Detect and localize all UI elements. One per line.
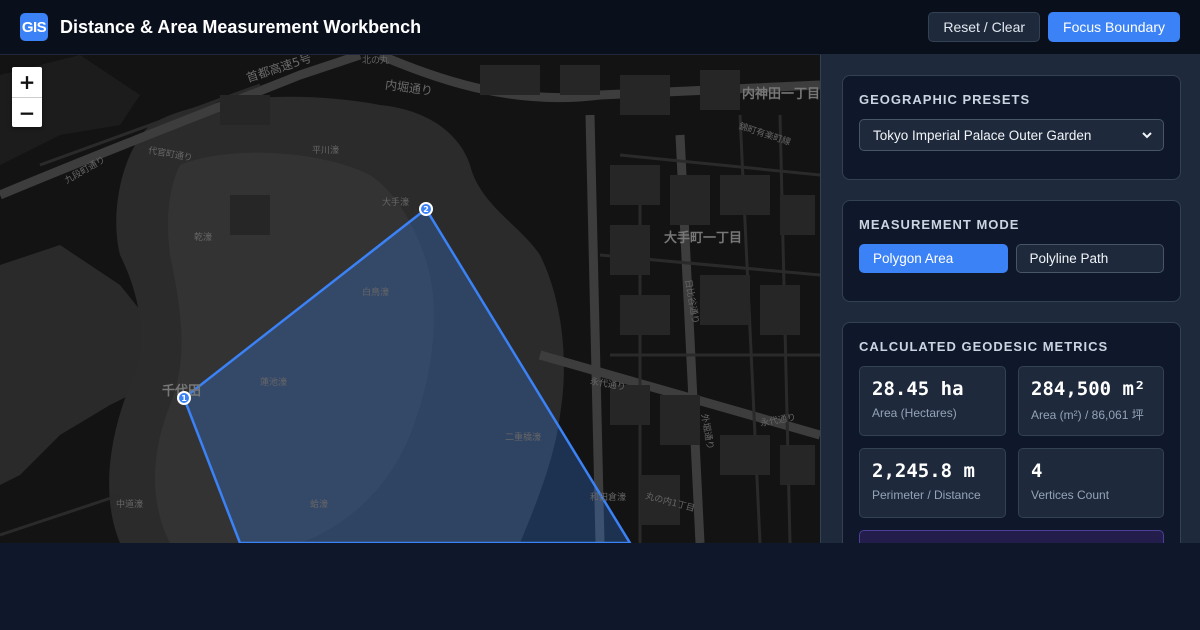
map-label: 内神田一丁目: [742, 87, 820, 102]
metrics-title: CALCULATED GEODESIC METRICS: [859, 339, 1109, 354]
map-label: 大手濠: [382, 198, 410, 208]
top-bar: GIS Distance & Area Measurement Workbenc…: [0, 0, 1200, 55]
map-label: 蓮池濠: [260, 378, 288, 388]
zoom-control: + −: [12, 67, 42, 127]
metrics-grid: 28.45 ha Area (Hectares) 284,500 m² Area…: [859, 366, 1164, 518]
zoom-in-button[interactable]: +: [12, 67, 42, 97]
presets-title: GEOGRAPHIC PRESETS: [859, 92, 1031, 107]
app-logo: GIS: [20, 13, 48, 41]
metric-value: 4: [1031, 460, 1043, 482]
top-actions: Reset / Clear Focus Boundary: [928, 12, 1180, 42]
polygon-area-mode-button[interactable]: Polygon Area: [859, 244, 1008, 273]
app-title: Distance & Area Measurement Workbench: [60, 16, 422, 37]
presets-panel: GEOGRAPHIC PRESETS Tokyo Imperial Palace…: [842, 75, 1181, 180]
mode-title: MEASUREMENT MODE: [859, 217, 1020, 232]
map-label: 和田倉濠: [590, 493, 627, 503]
metric-value: 284,500 m²: [1031, 378, 1146, 400]
metric-label: Area (m²) / 86,061 坪: [1031, 408, 1144, 422]
metric-value: 2,245.8 m: [872, 460, 975, 482]
metric-label: Area (Hectares): [872, 406, 957, 420]
map-label: 大手町一丁目: [664, 231, 743, 246]
preset-select[interactable]: Tokyo Imperial Palace Outer Garden: [859, 119, 1164, 151]
zoom-out-button[interactable]: −: [12, 97, 42, 127]
info-card: [859, 530, 1164, 543]
map-label: 乾濠: [194, 233, 213, 243]
reset-clear-button[interactable]: Reset / Clear: [928, 12, 1041, 42]
map-label: 二重橋濠: [505, 433, 542, 443]
polyline-path-mode-button[interactable]: Polyline Path: [1015, 244, 1164, 273]
map-label: 北の丸: [362, 56, 390, 66]
metrics-panel: CALCULATED GEODESIC METRICS 28.45 ha Are…: [842, 322, 1181, 543]
metric-label: Vertices Count: [1031, 488, 1110, 502]
mode-panel: MEASUREMENT MODE Polygon Area Polyline P…: [842, 200, 1181, 302]
focus-boundary-button[interactable]: Focus Boundary: [1048, 12, 1180, 42]
preset-select-value: Tokyo Imperial Palace Outer Garden: [873, 127, 1092, 143]
metric-card: 2,245.8 m Perimeter / Distance: [859, 448, 1006, 518]
map-canvas[interactable]: + − 首都高速5号 内堀通り 内神田一丁目 北の丸 代官町通り 九段町通り 錦…: [0, 55, 820, 543]
metric-label: Perimeter / Distance: [872, 488, 981, 502]
metric-card: 4 Vertices Count: [1018, 448, 1164, 518]
polygon-vertex-handle[interactable]: 1: [177, 391, 191, 405]
sidebar: GEOGRAPHIC PRESETS Tokyo Imperial Palace…: [820, 55, 1200, 543]
metric-card: 28.45 ha Area (Hectares): [859, 366, 1006, 436]
polygon-vertex-handle[interactable]: 2: [419, 202, 433, 216]
map-label: 中道濠: [116, 500, 144, 510]
map-label: 平川濠: [312, 146, 340, 156]
metric-value: 28.45 ha: [872, 378, 964, 400]
map-label: 白鳥濠: [362, 288, 390, 298]
metric-card: 284,500 m² Area (m²) / 86,061 坪: [1018, 366, 1164, 436]
chevron-down-icon: [1142, 132, 1152, 139]
mode-toggle: Polygon Area Polyline Path: [859, 244, 1164, 273]
map-label: 蛤濠: [310, 500, 329, 510]
